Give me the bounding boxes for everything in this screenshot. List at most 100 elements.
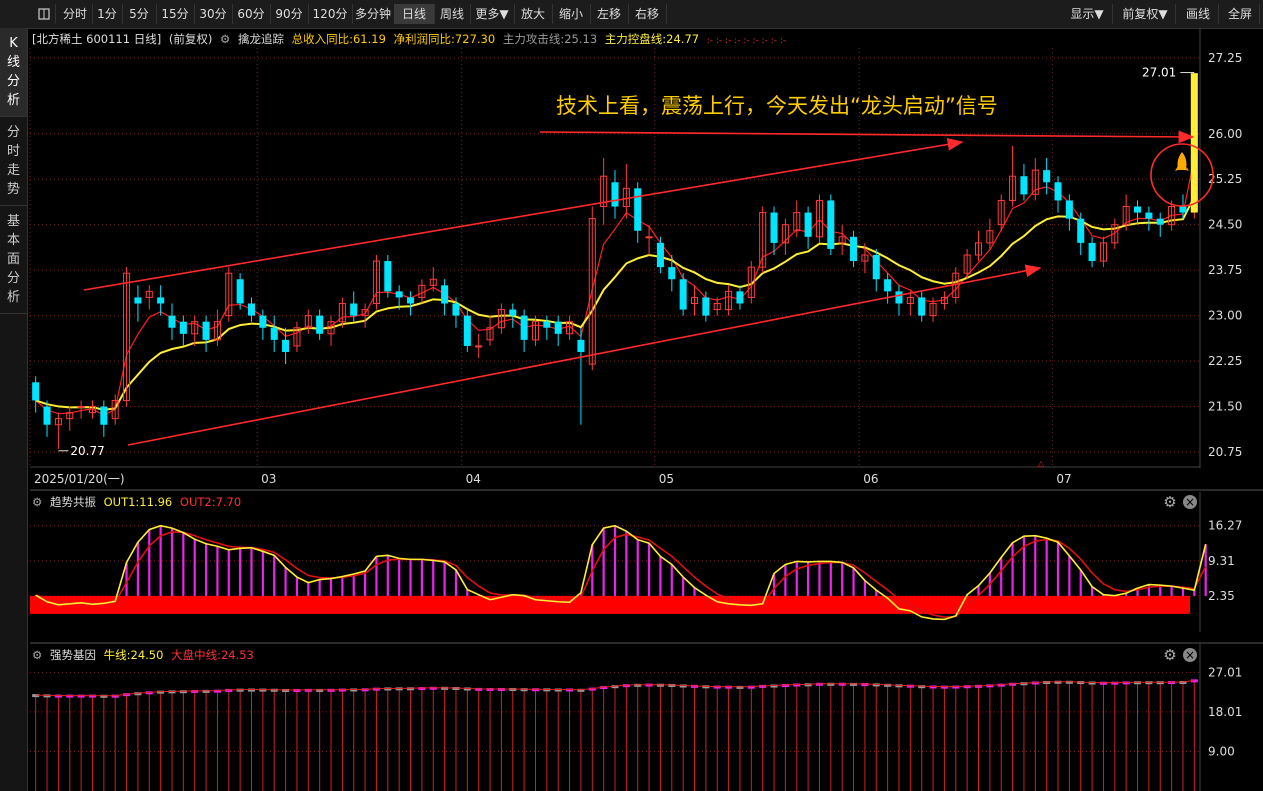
toolbar-button-6[interactable]: 90分 bbox=[270, 4, 309, 24]
toolbar-button-5[interactable]: 60分 bbox=[232, 4, 271, 24]
candle-body-22 bbox=[282, 339, 290, 352]
sub2-cap-38 bbox=[463, 687, 471, 691]
sub2-cap-52 bbox=[622, 684, 630, 688]
sub2-cap-83 bbox=[974, 684, 983, 688]
sub2-cap-77 bbox=[906, 684, 914, 688]
sub2-cap-53 bbox=[634, 683, 642, 687]
sidebar-tab-0[interactable]: K线分析 bbox=[0, 28, 27, 117]
sub2-cap-94 bbox=[1099, 681, 1107, 685]
toolbar-button-14[interactable]: 左移 bbox=[590, 4, 629, 24]
candle-body-63 bbox=[747, 266, 755, 298]
toolbar-button-2[interactable]: 5分 bbox=[122, 4, 157, 24]
sub2-cap-48 bbox=[577, 688, 585, 692]
sub2-cap-26 bbox=[327, 688, 335, 692]
candle-body-27 bbox=[338, 302, 346, 323]
settings-icon[interactable] bbox=[33, 4, 56, 24]
candle-body-98 bbox=[1145, 212, 1153, 219]
sub1-out1-line bbox=[35, 524, 1207, 621]
sub2-cap-64 bbox=[759, 684, 767, 688]
candle-body-75 bbox=[884, 279, 892, 292]
sub2-cap-91 bbox=[1065, 680, 1073, 684]
candle-body-66 bbox=[781, 224, 789, 244]
candle-body-57 bbox=[679, 279, 687, 310]
sub2-gear-icon[interactable]: ⚙ bbox=[32, 648, 42, 662]
sub2-cap-1 bbox=[43, 694, 51, 698]
candle-body-83 bbox=[974, 242, 983, 256]
sub2-y-tick-2: 9.00 bbox=[1208, 744, 1235, 758]
sub1-info-bar: ⚙ 趋势共振 OUT1:11.96 OUT2:7.70 bbox=[32, 493, 245, 511]
sub2-cap-79 bbox=[929, 685, 937, 689]
sub2-cap-60 bbox=[713, 685, 721, 689]
sub2-cap-56 bbox=[668, 683, 676, 687]
sub2-cap-14 bbox=[191, 689, 199, 693]
y-tick-6: 22.25 bbox=[1208, 354, 1242, 368]
profit-yoy: 净利润同比:727.30 bbox=[393, 32, 496, 46]
sub2-cap-82 bbox=[963, 685, 971, 689]
candle-body-19 bbox=[247, 303, 256, 316]
toolbar-button-9[interactable]: 日线 bbox=[394, 4, 435, 24]
toolbar-button-0[interactable]: 分时 bbox=[58, 4, 93, 24]
control-line bbox=[35, 196, 1196, 411]
toolbar-button-12[interactable]: 放大 bbox=[514, 4, 553, 24]
upper-channel-arrow bbox=[83, 138, 964, 291]
candle-body-8 bbox=[123, 272, 131, 401]
sub2-cap-66 bbox=[781, 684, 789, 688]
candle-body-73 bbox=[861, 254, 869, 262]
gear-icon[interactable]: ⚙ bbox=[220, 32, 230, 46]
toolbar-button-4[interactable]: 30分 bbox=[194, 4, 233, 24]
sub2-cap-50 bbox=[600, 686, 608, 690]
sub2-cap-92 bbox=[1077, 681, 1085, 685]
candle-body-72 bbox=[850, 236, 858, 262]
sub2-cap-23 bbox=[293, 689, 301, 693]
sub2-cap-67 bbox=[793, 683, 801, 687]
sub2-cap-95 bbox=[1111, 681, 1119, 685]
candle-body-77 bbox=[906, 296, 914, 304]
sub2-cap-5 bbox=[88, 694, 96, 698]
sub2-cap-2 bbox=[54, 694, 62, 698]
sub2-cap-90 bbox=[1054, 680, 1062, 684]
sub2-cap-34 bbox=[418, 687, 426, 691]
toolbar-button-10[interactable]: 周线 bbox=[434, 4, 471, 24]
sub2-cap-9 bbox=[134, 692, 142, 696]
toolbar-button-11[interactable]: 更多▼ bbox=[470, 4, 515, 24]
sub2-cap-51 bbox=[611, 685, 619, 689]
sub2-cap-41 bbox=[497, 687, 505, 691]
sidebar-tab-2[interactable]: 基本面分析 bbox=[0, 206, 27, 314]
candle-body-100 bbox=[1168, 206, 1176, 226]
sub2-cap-47 bbox=[566, 688, 574, 692]
sub1-gear-icon[interactable]: ⚙ bbox=[32, 495, 42, 509]
candle-body-38 bbox=[463, 315, 471, 346]
toolbar-right-button-0[interactable]: 显示▼ bbox=[1062, 4, 1113, 24]
toolbar-button-15[interactable]: 右移 bbox=[628, 4, 667, 24]
candle-body-52 bbox=[622, 187, 630, 208]
toolbar-right-button-2[interactable]: 画线 bbox=[1178, 4, 1219, 24]
toolbar-right-button-1[interactable]: 前复权▼ bbox=[1115, 4, 1176, 24]
candle-body-85 bbox=[997, 199, 1005, 226]
toolbar-button-7[interactable]: 120分 bbox=[308, 4, 353, 24]
sub2-cap-25 bbox=[316, 688, 324, 692]
y-tick-2: 25.25 bbox=[1208, 172, 1242, 186]
sub2-cap-29 bbox=[361, 688, 369, 692]
sidebar-tab-1[interactable]: 分时走势 bbox=[0, 117, 27, 206]
toolbar-right-button-3[interactable]: 全屏 bbox=[1221, 4, 1260, 24]
toolbar-button-13[interactable]: 缩小 bbox=[552, 4, 591, 24]
y-tick-3: 24.50 bbox=[1208, 218, 1242, 232]
candle-body-51 bbox=[611, 182, 619, 207]
toolbar-button-1[interactable]: 1分 bbox=[92, 4, 123, 24]
candle-body-14 bbox=[191, 321, 199, 335]
candle-body-33 bbox=[407, 297, 415, 304]
candle-body-99 bbox=[1156, 218, 1164, 225]
toolbar-button-8[interactable]: 多分钟 bbox=[352, 4, 395, 24]
toolbar-button-3[interactable]: 15分 bbox=[156, 4, 195, 24]
sub2-cap-81 bbox=[952, 685, 960, 689]
candle-body-1 bbox=[43, 406, 51, 425]
candle-body-45 bbox=[543, 321, 551, 328]
candle-body-36 bbox=[441, 285, 449, 304]
sub2-cap-6 bbox=[100, 694, 108, 698]
candle-body-74 bbox=[872, 255, 880, 280]
candle-body-102 bbox=[1190, 73, 1198, 213]
sub2-cap-98 bbox=[1145, 681, 1153, 685]
sub2-cap-59 bbox=[702, 685, 710, 689]
kline-chart[interactable]: 27.25 26.00 25.25 24.50 23.75 23.00 22.25 21.50… bbox=[0, 0, 1263, 791]
sub2-cap-46 bbox=[554, 688, 562, 692]
